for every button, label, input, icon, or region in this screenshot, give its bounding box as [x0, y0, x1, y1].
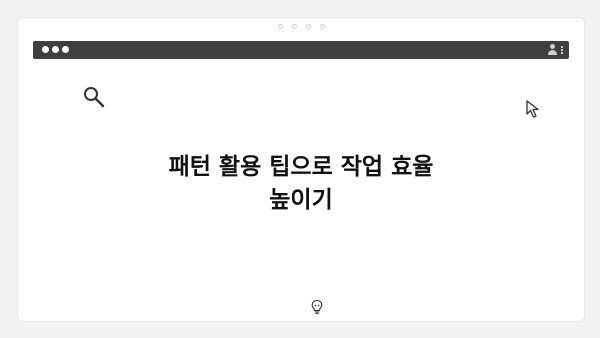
cursor-arrow-icon	[526, 100, 539, 118]
browser-content: 패턴 활용 팁으로 작업 효율 높이기	[33, 59, 569, 315]
window-dot-icon[interactable]	[62, 46, 69, 53]
slide-frame: 패턴 활용 팁으로 작업 효율 높이기	[18, 18, 584, 321]
search-icon	[84, 87, 105, 108]
window-dot-icon[interactable]	[42, 46, 49, 53]
window-dot-icon[interactable]	[52, 46, 59, 53]
browser-title-bar	[33, 41, 569, 59]
user-icon[interactable]	[548, 44, 557, 55]
pager-dot[interactable]	[277, 24, 283, 29]
pager-dots	[18, 24, 584, 29]
browser-actions	[548, 44, 563, 55]
window-controls	[42, 46, 69, 53]
lightbulb-icon	[311, 299, 323, 315]
pager-dot[interactable]	[291, 24, 297, 29]
kebab-menu-icon[interactable]	[561, 45, 563, 54]
pager-dot[interactable]	[319, 24, 325, 29]
pager-dot[interactable]	[305, 24, 311, 29]
page-title: 패턴 활용 팁으로 작업 효율 높이기	[168, 154, 434, 213]
